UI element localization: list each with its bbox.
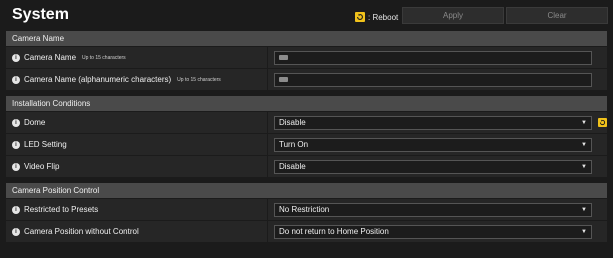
select-value: Disable xyxy=(279,118,306,127)
section-camera-position-control: Camera Position Control i Restricted to … xyxy=(6,183,607,242)
column-divider xyxy=(267,112,268,133)
settings-row: i Video Flip Disable ▼ xyxy=(6,155,607,177)
info-icon[interactable]: i xyxy=(12,227,20,236)
reboot-legend-label: : Reboot xyxy=(368,12,399,22)
column-divider xyxy=(267,47,268,68)
settings-row: i Restricted to Presets No Restriction ▼ xyxy=(6,198,607,220)
page-header: System : Reboot Apply Clear xyxy=(0,0,613,31)
info-icon[interactable]: i xyxy=(12,162,20,171)
column-divider xyxy=(267,134,268,155)
info-icon[interactable]: i xyxy=(12,140,20,149)
row-label: i Camera Position without Control xyxy=(6,227,260,236)
info-icon[interactable]: i xyxy=(12,205,20,214)
video-flip-select[interactable]: Disable ▼ xyxy=(274,159,592,174)
settings-row: i Camera Position without Control Do not… xyxy=(6,220,607,242)
info-icon[interactable]: i xyxy=(12,75,20,84)
column-divider xyxy=(267,199,268,220)
apply-button[interactable]: Apply xyxy=(402,7,504,24)
camera-position-without-control-select[interactable]: Do not return to Home Position ▼ xyxy=(274,224,592,239)
clear-button[interactable]: Clear xyxy=(506,7,608,24)
section-header: Installation Conditions xyxy=(6,96,607,111)
column-divider xyxy=(267,221,268,242)
row-label-text: Camera Name xyxy=(24,53,77,62)
row-label-hint: Up to 15 characters xyxy=(82,54,126,61)
info-icon[interactable]: i xyxy=(12,53,20,62)
settings-row: i Camera Name (alphanumeric characters) … xyxy=(6,68,607,90)
info-icon[interactable]: i xyxy=(12,118,20,127)
select-value: No Restriction xyxy=(279,205,330,214)
page-title: System xyxy=(12,6,69,23)
row-label: i Camera Name (alphanumeric characters) … xyxy=(6,75,260,84)
camera-name-input[interactable] xyxy=(274,50,592,65)
section-header: Camera Name xyxy=(6,31,607,46)
restricted-to-presets-select[interactable]: No Restriction ▼ xyxy=(274,202,592,217)
row-label: i Video Flip xyxy=(6,162,260,171)
led-setting-select[interactable]: Turn On ▼ xyxy=(274,137,592,152)
settings-row: i LED Setting Turn On ▼ xyxy=(6,133,607,155)
camera-name-alphanumeric-input[interactable] xyxy=(274,72,592,87)
row-label-text: Dome xyxy=(24,118,46,127)
reboot-icon xyxy=(355,12,365,22)
row-label-text: Camera Name (alphanumeric characters) xyxy=(24,75,172,84)
section-header: Camera Position Control xyxy=(6,183,607,198)
row-label: i LED Setting xyxy=(6,140,260,149)
settings-row: i Dome Disable ▼ xyxy=(6,111,607,133)
select-value: Disable xyxy=(279,162,306,171)
chevron-down-icon: ▼ xyxy=(581,163,587,170)
row-label-text: Restricted to Presets xyxy=(24,205,99,214)
column-divider xyxy=(267,156,268,177)
select-value: Turn On xyxy=(279,140,309,149)
row-label: i Restricted to Presets xyxy=(6,205,260,214)
reboot-legend: : Reboot xyxy=(355,11,398,23)
row-label-text: LED Setting xyxy=(24,140,67,149)
chevron-down-icon: ▼ xyxy=(581,206,587,213)
redacted-value xyxy=(279,77,288,82)
select-value: Do not return to Home Position xyxy=(279,227,389,236)
row-label-hint: Up to 15 characters xyxy=(177,76,221,83)
row-label: i Dome xyxy=(6,118,260,127)
settings-row: i Camera Name Up to 15 characters xyxy=(6,46,607,68)
section-installation-conditions: Installation Conditions i Dome Disable ▼… xyxy=(6,96,607,177)
chevron-down-icon: ▼ xyxy=(581,141,587,148)
row-label-text: Video Flip xyxy=(24,162,60,171)
column-divider xyxy=(267,69,268,90)
reboot-icon xyxy=(598,118,607,127)
dome-select[interactable]: Disable ▼ xyxy=(274,115,592,130)
redacted-value xyxy=(279,55,288,60)
chevron-down-icon: ▼ xyxy=(581,119,587,126)
chevron-down-icon: ▼ xyxy=(581,228,587,235)
section-camera-name: Camera Name i Camera Name Up to 15 chara… xyxy=(6,31,607,90)
row-label-text: Camera Position without Control xyxy=(24,227,139,236)
row-label: i Camera Name Up to 15 characters xyxy=(6,53,260,62)
